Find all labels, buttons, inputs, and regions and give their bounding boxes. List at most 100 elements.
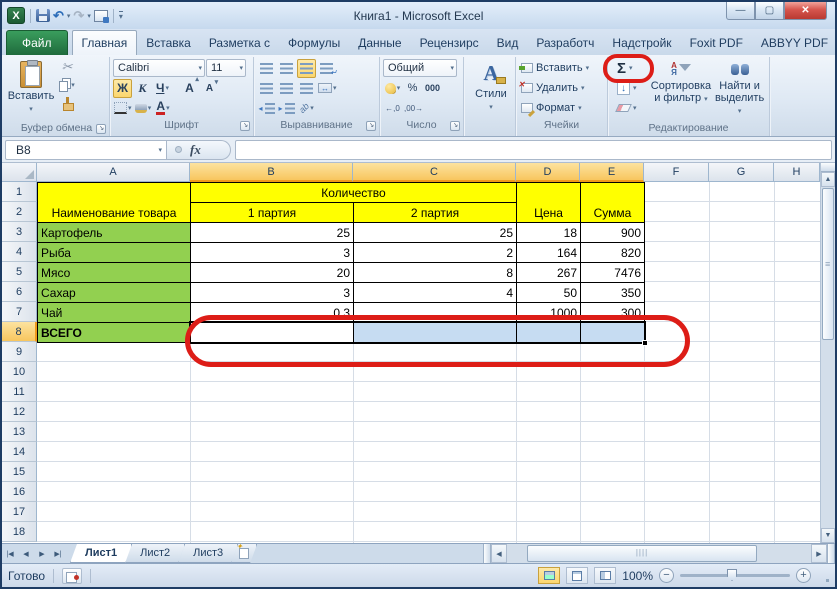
tab-Вид[interactable]: Вид — [488, 31, 528, 55]
row-header-13[interactable]: 13 — [2, 422, 37, 442]
row-header-5[interactable]: 5 — [2, 262, 37, 282]
align-center-button[interactable] — [277, 79, 296, 98]
orientation-button[interactable]: ab ▾ — [297, 99, 316, 118]
sheet-tab-Лист2[interactable]: Лист2 — [125, 544, 185, 563]
column-header-C[interactable]: C — [353, 163, 516, 182]
comma-style-button[interactable]: 000 — [423, 79, 442, 98]
borders-button[interactable]: ▾ — [113, 99, 133, 118]
decrease-decimal-button[interactable]: ,00→ — [403, 99, 424, 118]
fill-handle[interactable] — [642, 340, 648, 346]
autosum-button[interactable]: Σ ▾ — [603, 54, 654, 83]
column-header-A[interactable]: A — [37, 163, 190, 182]
cell-E6[interactable]: 350 — [580, 282, 645, 303]
column-header-F[interactable]: F — [644, 163, 709, 182]
cell-grid[interactable]: A B C D E F G H 1 2 3 4 5 6 7 8 9 10 11 12 13 14 15 16 17 18 Наиме… — [2, 163, 820, 543]
dialog-launcher-icon[interactable]: ↘ — [450, 121, 460, 131]
cell-C3[interactable]: 25 — [353, 222, 517, 243]
cell-E5[interactable]: 7476 — [580, 262, 645, 283]
dialog-launcher-icon[interactable]: ↘ — [366, 121, 376, 131]
find-select-button[interactable]: Найти и выделить ▾ — [713, 80, 766, 118]
minimize-button[interactable]: — — [726, 2, 755, 20]
cell-E1[interactable]: Сумма — [580, 182, 645, 223]
column-header-H[interactable]: H — [774, 163, 820, 182]
fill-color-button[interactable]: ▾ — [134, 99, 153, 118]
resize-grip[interactable] — [817, 570, 829, 582]
row-header-17[interactable]: 17 — [2, 502, 37, 522]
zoom-level[interactable]: 100% — [622, 569, 653, 583]
cell-B6[interactable]: 3 — [190, 282, 354, 303]
name-box[interactable]: B8 ▾ — [5, 139, 167, 160]
row-header-4[interactable]: 4 — [2, 242, 37, 262]
zoom-slider-handle[interactable] — [727, 569, 737, 581]
scroll-right-icon[interactable]: ▶ — [811, 544, 827, 563]
split-handle[interactable] — [827, 544, 835, 563]
scroll-left-icon[interactable]: ◀ — [491, 544, 507, 563]
tab-Вставка[interactable]: Вставка — [137, 31, 200, 55]
row-header-16[interactable]: 16 — [2, 482, 37, 502]
qat-table-button[interactable] — [93, 9, 109, 23]
tab-Рецензирс[interactable]: Рецензирс — [411, 31, 488, 55]
column-header-E[interactable]: E — [580, 163, 644, 182]
insert-function-button[interactable]: fx — [167, 139, 231, 160]
align-middle-button[interactable] — [277, 59, 296, 78]
align-left-button[interactable] — [257, 79, 276, 98]
align-right-button[interactable] — [297, 79, 316, 98]
cell-E3[interactable]: 900 — [580, 222, 645, 243]
excel-logo-icon[interactable]: X — [7, 7, 25, 24]
row-header-8[interactable]: 8 — [2, 322, 37, 342]
cell-E7[interactable]: 300 — [580, 302, 645, 323]
zoom-slider[interactable] — [680, 569, 790, 581]
view-page-layout-button[interactable] — [566, 567, 589, 584]
tab-Надстройк[interactable]: Надстройк — [603, 31, 680, 55]
view-page-break-button[interactable] — [594, 567, 617, 584]
select-all-corner[interactable] — [2, 163, 37, 182]
cell-C6[interactable]: 4 — [353, 282, 517, 303]
close-button[interactable]: ✕ — [784, 2, 827, 20]
cell-D7[interactable]: 1000 — [516, 302, 581, 323]
cell-B7[interactable]: 0,3 — [190, 302, 354, 323]
save-button[interactable] — [36, 9, 50, 22]
decrease-indent-button[interactable] — [257, 99, 276, 118]
shrink-font-button[interactable]: А — [200, 78, 219, 98]
fill-button[interactable]: ↓ ▾ — [611, 78, 649, 98]
cell-B5[interactable]: 20 — [190, 262, 354, 283]
cut-button[interactable]: ✂ — [57, 58, 77, 76]
format-cells-button[interactable]: Формат ▾ — [519, 98, 604, 118]
next-sheet-icon[interactable]: ▶ — [34, 544, 50, 563]
align-bottom-button[interactable] — [297, 58, 316, 78]
vertical-scroll-thumb[interactable] — [822, 188, 834, 340]
format-painter-button[interactable] — [57, 94, 77, 112]
cell-C7[interactable] — [353, 302, 517, 323]
redo-button[interactable]: ↷ — [73, 9, 84, 22]
sort-filter-button[interactable]: Сортировка и фильтр ▾ — [651, 80, 711, 106]
row-header-14[interactable]: 14 — [2, 442, 37, 462]
row-header-3[interactable]: 3 — [2, 222, 37, 242]
tab-Foxit PDF[interactable]: Foxit PDF — [681, 31, 752, 55]
cell-A4[interactable]: Рыба — [37, 242, 191, 263]
sheet-tab-Лист3[interactable]: Лист3 — [178, 544, 238, 563]
split-handle[interactable] — [821, 163, 835, 172]
scroll-down-icon[interactable]: ▼ — [821, 528, 835, 543]
row-header-11[interactable]: 11 — [2, 382, 37, 402]
maximize-button[interactable]: ▢ — [755, 2, 784, 20]
cell-A3[interactable]: Картофель — [37, 222, 191, 243]
view-normal-button[interactable] — [538, 567, 561, 584]
cell-A6[interactable]: Сахар — [37, 282, 191, 303]
clear-button[interactable]: ▾ — [611, 98, 649, 118]
tab-ABBYY PDF[interactable]: ABBYY PDF — [752, 31, 835, 55]
row-header-2[interactable]: 2 — [2, 202, 37, 222]
dialog-launcher-icon[interactable]: ↘ — [96, 124, 106, 134]
row-header-1[interactable]: 1 — [2, 182, 37, 202]
cell-A8[interactable]: ВСЕГО — [37, 322, 191, 343]
row-header-15[interactable]: 15 — [2, 462, 37, 482]
tab-Разработч[interactable]: Разработч — [527, 31, 603, 55]
qat-customize-button[interactable]: ▾ — [118, 10, 123, 21]
number-format-combo[interactable]: Общий ▾ — [383, 59, 457, 77]
wrap-text-button[interactable] — [317, 59, 337, 78]
cell-A7[interactable]: Чай — [37, 302, 191, 323]
sheet-tab-Лист1[interactable]: Лист1 — [70, 544, 132, 563]
percent-style-button[interactable]: % — [403, 79, 422, 98]
formula-input[interactable] — [235, 139, 832, 160]
cell-C2[interactable]: 2 партия — [353, 202, 517, 223]
delete-cells-button[interactable]: Удалить▾ — [518, 78, 604, 98]
